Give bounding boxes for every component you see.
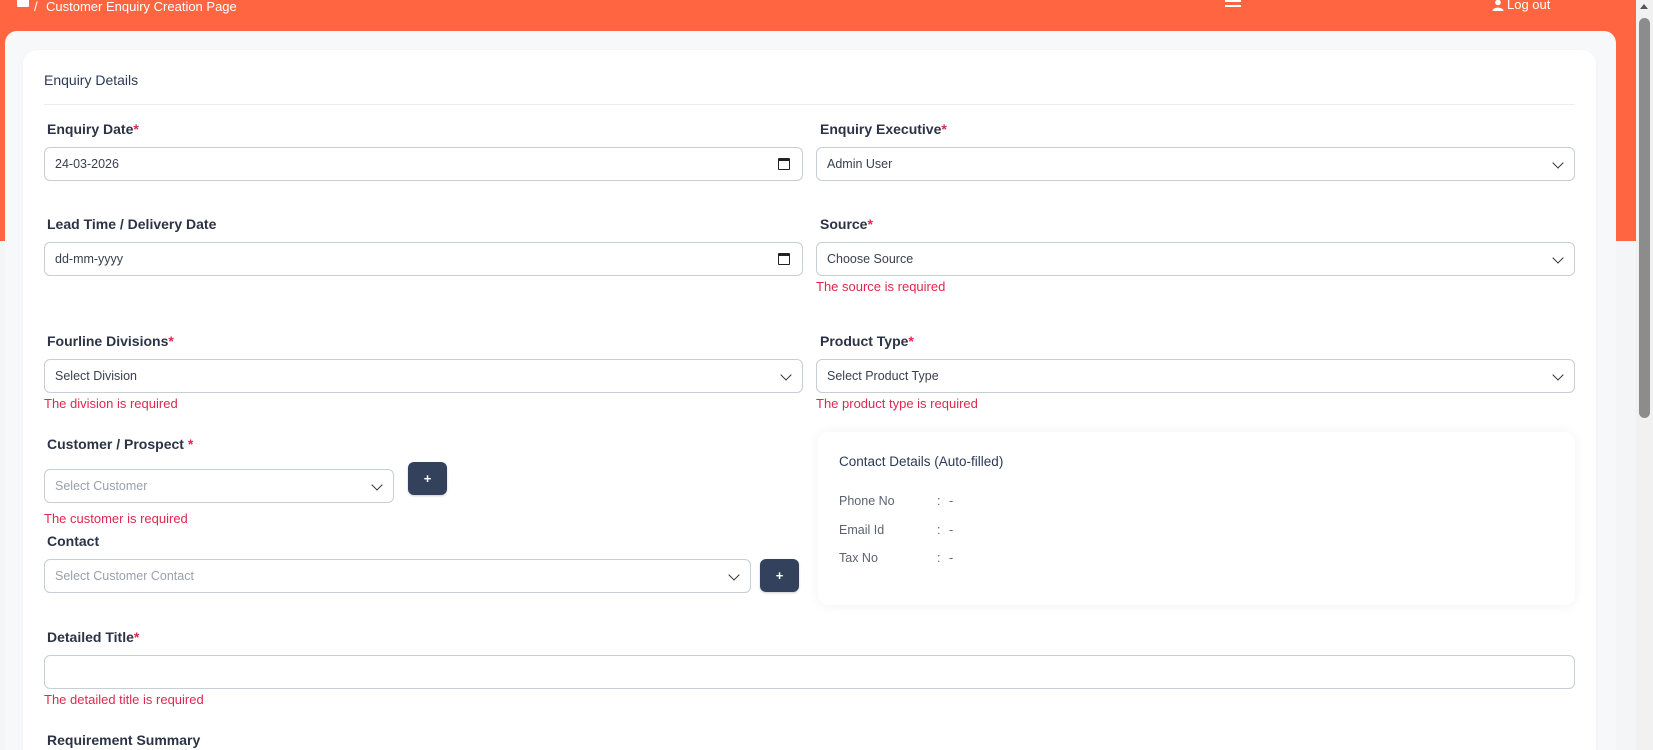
section-title: Enquiry Details [44,72,139,88]
divisions-error: The division is required [44,396,178,411]
contact-row-tax: Tax No: - [839,551,954,565]
scroll-up-arrow-icon[interactable] [1640,4,1648,9]
source-label: Source* [820,216,873,232]
source-select[interactable]: Choose Source [816,242,1575,276]
section-divider [44,104,1575,105]
contact-row-phone: Phone No: - [839,494,954,508]
hamburger-menu-icon[interactable] [1225,0,1241,10]
scrollbar-thumb[interactable] [1639,18,1650,418]
enquiry-executive-select[interactable]: Admin User [816,147,1575,181]
detailed-title-error: The detailed title is required [44,692,204,707]
calendar-icon[interactable] [778,253,790,265]
breadcrumb: Customer Enquiry Creation Page [46,0,237,14]
customer-select[interactable]: Select Customer [44,469,394,503]
lead-time-label: Lead Time / Delivery Date [47,216,217,232]
chevron-down-icon [371,479,383,491]
contact-select[interactable]: Select Customer Contact [44,559,751,593]
contact-details-title: Contact Details (Auto-filled) [839,454,1004,469]
product-type-select[interactable]: Select Product Type [816,359,1575,393]
product-type-error: The product type is required [816,396,978,411]
requirement-summary-label: Requirement Summary [47,732,201,748]
product-type-label: Product Type* [820,333,914,349]
enquiry-executive-label: Enquiry Executive* [820,121,947,137]
add-customer-button[interactable]: + [408,462,447,495]
detailed-title-input[interactable] [44,655,1575,689]
user-icon [1492,0,1504,11]
contact-row-email: Email Id: - [839,523,954,537]
logout-button[interactable]: Log out [1492,0,1550,12]
detailed-title-label: Detailed Title* [47,629,140,645]
lead-time-input[interactable]: dd-mm-yyyy [44,242,803,276]
customer-error: The customer is required [44,511,188,526]
add-contact-button[interactable]: + [760,559,799,592]
contact-label: Contact [47,533,100,549]
logout-label: Log out [1507,0,1551,12]
divisions-select[interactable]: Select Division [44,359,803,393]
calendar-icon[interactable] [778,158,790,170]
home-icon[interactable] [17,0,29,7]
source-error: The source is required [816,279,946,294]
chevron-down-icon [728,569,740,581]
breadcrumb-separator: / [34,0,38,14]
chevron-down-icon [780,369,792,381]
chevron-down-icon [1552,252,1564,264]
customer-label: Customer / Prospect * [47,436,194,452]
contact-details-card: Contact Details (Auto-filled) Phone No: -… [818,432,1575,605]
chevron-down-icon [1552,369,1564,381]
vertical-scrollbar[interactable] [1636,0,1653,750]
chevron-down-icon [1552,157,1564,169]
enquiry-date-label: Enquiry Date* [47,121,139,137]
divisions-label: Fourline Divisions* [47,333,174,349]
top-bar: / Customer Enquiry Creation Page Log out [0,0,1636,30]
enquiry-date-input[interactable]: 24-03-2026 [44,147,803,181]
